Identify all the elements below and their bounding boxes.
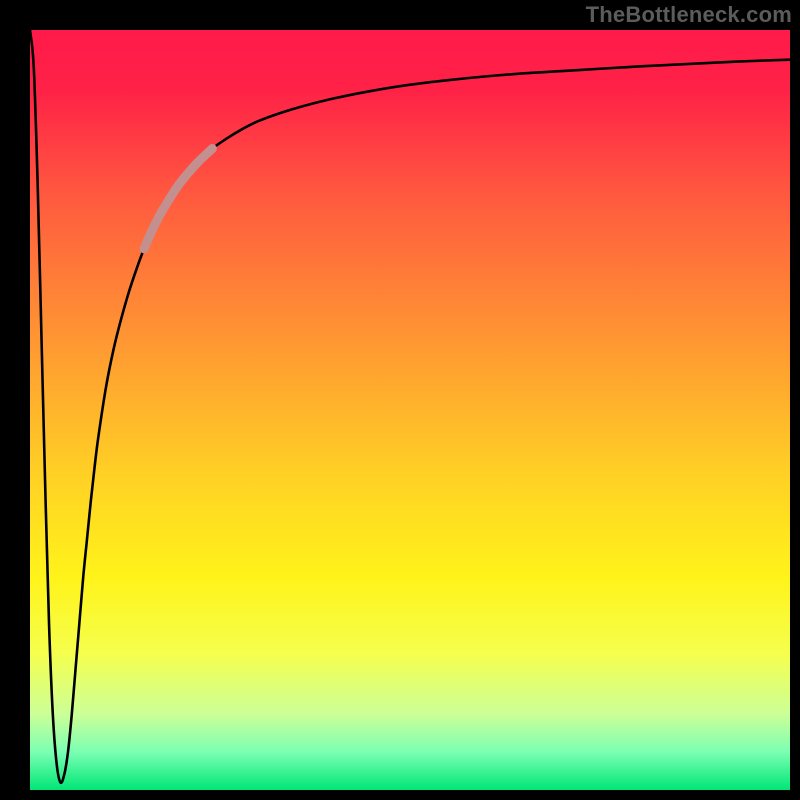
plot-area — [30, 30, 790, 790]
curve-layer — [30, 30, 790, 790]
curve-path — [30, 30, 790, 783]
watermark-text: TheBottleneck.com — [586, 2, 792, 28]
curve-highlight — [144, 149, 212, 249]
chart-container: TheBottleneck.com — [0, 0, 800, 800]
